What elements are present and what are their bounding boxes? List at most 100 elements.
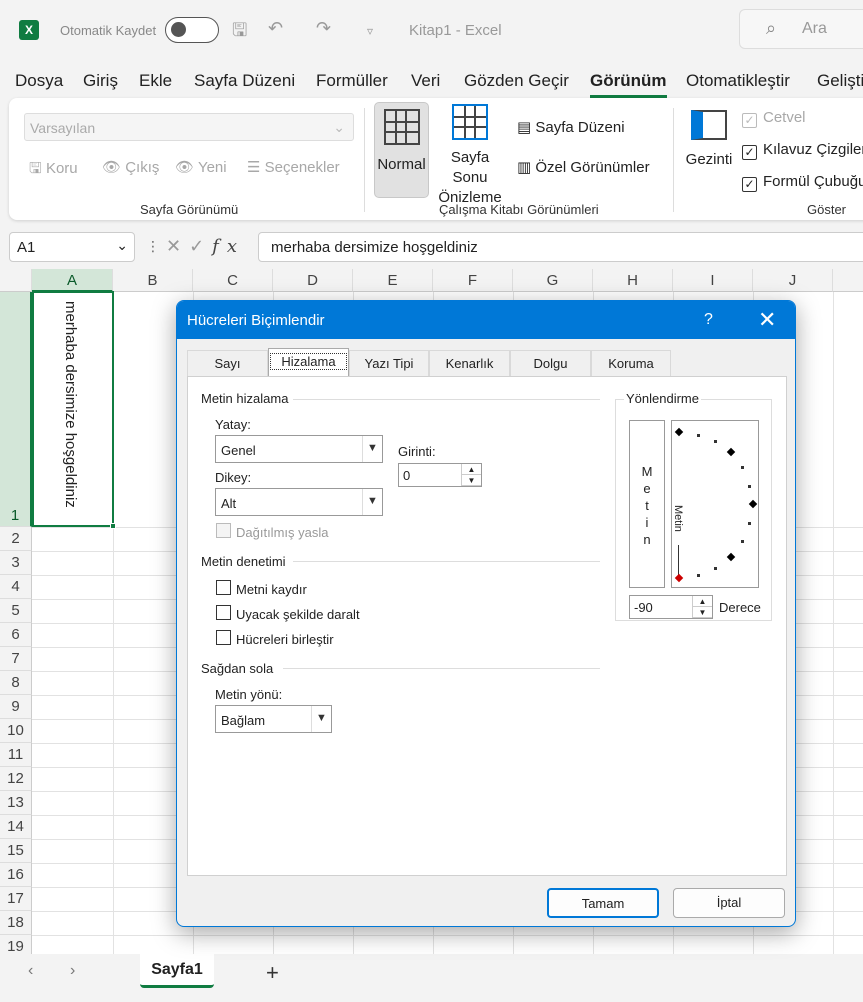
gridlines-checkbox[interactable]: ✓ Kılavuz Çizgiler	[742, 141, 863, 160]
vertical-combo[interactable]: Alt ▼	[215, 488, 383, 516]
formula-input[interactable]: merhaba dersimize hoşgeldiniz	[258, 232, 863, 262]
col-header-b[interactable]: B	[113, 269, 193, 292]
menu-gozden-gecir[interactable]: Gözden Geçir	[464, 71, 569, 91]
row-header-10[interactable]: 10	[0, 719, 32, 743]
sheet-view-select[interactable]: Varsayılan ⌄	[24, 113, 354, 141]
col-header-j[interactable]: J	[753, 269, 833, 292]
row-header-17[interactable]: 17	[0, 887, 32, 911]
horizontal-combo[interactable]: Genel ▼	[215, 435, 383, 463]
degrees-spinner[interactable]: -90 ▲ ▼	[629, 595, 713, 619]
menu-dosya[interactable]: Dosya	[15, 71, 63, 91]
wrap-text-checkbox[interactable]	[216, 580, 231, 595]
row-header-16[interactable]: 16	[0, 863, 32, 887]
menu-veri[interactable]: Veri	[411, 71, 440, 91]
menu-ekle[interactable]: Ekle	[139, 71, 172, 91]
row-header-14[interactable]: 14	[0, 815, 32, 839]
col-header-c[interactable]: C	[193, 269, 273, 292]
merge-cells-checkbox[interactable]	[216, 630, 231, 645]
tab-kenarlik[interactable]: Kenarlık	[429, 350, 510, 376]
ruler-checkbox[interactable]: ✓ Cetvel	[742, 109, 806, 128]
name-box[interactable]: A1 ⌄	[9, 232, 135, 262]
row-header-12[interactable]: 12	[0, 767, 32, 791]
vertical-text-button[interactable]: Metin	[629, 420, 665, 588]
col-header-e[interactable]: E	[353, 269, 433, 292]
ok-button[interactable]: Tamam	[547, 888, 659, 918]
row-header-6[interactable]: 6	[0, 623, 32, 647]
shrink-to-fit-checkbox[interactable]	[216, 605, 231, 620]
col-header-h[interactable]: H	[593, 269, 673, 292]
select-all[interactable]	[0, 269, 32, 292]
menu-gelistir[interactable]: Geliştir	[817, 71, 863, 91]
row-header-4[interactable]: 4	[0, 575, 32, 599]
vertical-label: Dikey:	[215, 470, 252, 485]
menu-sayfa-duzeni[interactable]: Sayfa Düzeni	[194, 71, 295, 91]
row-header-5[interactable]: 5	[0, 599, 32, 623]
indent-spinner[interactable]: 0 ▲ ▼	[398, 463, 482, 487]
ribbon: Varsayılan ⌄ 🖫 Koru 👁 Çıkış 👁 Yeni ☰ Seçe…	[9, 98, 863, 220]
row-header-13[interactable]: 13	[0, 791, 32, 815]
tab-yazi-tipi[interactable]: Yazı Tipi	[349, 350, 429, 376]
text-direction-combo[interactable]: Bağlam ▼	[215, 705, 332, 733]
formula-buttons[interactable]: ✕✓fx	[166, 236, 245, 257]
formula-bar-checkbox[interactable]: ✓ Formül Çubuğu	[742, 173, 863, 192]
undo-icon[interactable]: ↶	[268, 18, 283, 39]
row-header-9[interactable]: 9	[0, 695, 32, 719]
col-header-d[interactable]: D	[273, 269, 353, 292]
justify-distributed-label: Dağıtılmış yasla	[236, 525, 329, 540]
row-header-15[interactable]: 15	[0, 839, 32, 863]
tab-hizalama[interactable]: Hizalama	[268, 348, 349, 377]
row-header-3[interactable]: 3	[0, 551, 32, 575]
chevron-down-icon: ⌄	[116, 237, 128, 253]
navigation-icon	[691, 110, 727, 140]
format-cells-dialog: Hücreleri Biçimlendir ? ✕ Sayı Hizalama …	[176, 300, 796, 927]
navigation-button[interactable]: Gezinti	[683, 110, 735, 200]
custom-views-button[interactable]: ▥ Özel Görünümler	[517, 158, 650, 176]
orientation-heading: Yönlendirme	[624, 391, 701, 406]
menu-giris[interactable]: Giriş	[83, 71, 118, 91]
chevron-down-icon: ▼	[362, 436, 382, 462]
fill-handle[interactable]	[110, 523, 116, 529]
normal-view-button[interactable]: Normal	[374, 102, 429, 198]
page-break-preview-button[interactable]: Sayfa Sonu Önizleme	[432, 104, 508, 206]
add-sheet-icon[interactable]: +	[266, 960, 279, 986]
formula-area: A1 ⌄ ⋮ ✕✓fx merhaba dersimize hoşgeldiniz	[0, 230, 863, 264]
row-header-1[interactable]: 1	[0, 292, 32, 527]
scroll-left-icon[interactable]: ‹	[28, 962, 33, 980]
tab-sayi[interactable]: Sayı	[187, 350, 268, 376]
redo-icon[interactable]: ↷	[316, 18, 331, 39]
row-header-11[interactable]: 11	[0, 743, 32, 767]
autosave-toggle[interactable]	[165, 17, 219, 43]
cancel-button[interactable]: İptal	[673, 888, 785, 918]
row-header-7[interactable]: 7	[0, 647, 32, 671]
save-icon[interactable]: 🖫	[232, 18, 247, 48]
col-header-f[interactable]: F	[433, 269, 513, 292]
col-header-i[interactable]: I	[673, 269, 753, 292]
exit-button[interactable]: 👁 Çıkış	[102, 158, 159, 176]
cell-a1[interactable]: merhaba dersimize hoşgeldiniz	[32, 291, 114, 527]
new-view-button[interactable]: 👁 Yeni	[175, 158, 227, 176]
scroll-right-icon[interactable]: ›	[70, 962, 75, 980]
orientation-dial[interactable]: Metin	[671, 420, 759, 588]
customize-qat-icon[interactable]: ▿	[367, 24, 373, 38]
page-layout-button[interactable]: ▤ Sayfa Düzeni	[517, 118, 625, 136]
row-header-2[interactable]: 2	[0, 527, 32, 551]
col-header-a[interactable]: A	[32, 269, 113, 292]
close-icon[interactable]: ✕	[758, 307, 776, 333]
row-header-18[interactable]: 18	[0, 911, 32, 935]
dial-text: Metin	[672, 505, 684, 532]
row-header-19[interactable]: 19	[0, 935, 32, 954]
menu-gorunum[interactable]: Görünüm	[590, 71, 667, 98]
help-icon[interactable]: ?	[704, 311, 713, 329]
menu-formuller[interactable]: Formüller	[316, 71, 388, 91]
options-button[interactable]: ☰ Seçenekler	[247, 158, 340, 176]
col-header-g[interactable]: G	[513, 269, 593, 292]
keep-button[interactable]: 🖫 Koru	[29, 158, 78, 183]
row-header-8[interactable]: 8	[0, 671, 32, 695]
autosave-label: Otomatik Kaydet	[60, 23, 157, 38]
sheet-tab-sayfa1[interactable]: Sayfa1	[140, 954, 214, 988]
justify-distributed-checkbox[interactable]	[216, 523, 231, 538]
search-box[interactable]: ⌕ Ara	[739, 9, 863, 49]
menu-otomatiklestir[interactable]: Otomatikleştir	[686, 71, 790, 91]
tab-dolgu[interactable]: Dolgu	[510, 350, 591, 376]
tab-koruma[interactable]: Koruma	[591, 350, 671, 376]
